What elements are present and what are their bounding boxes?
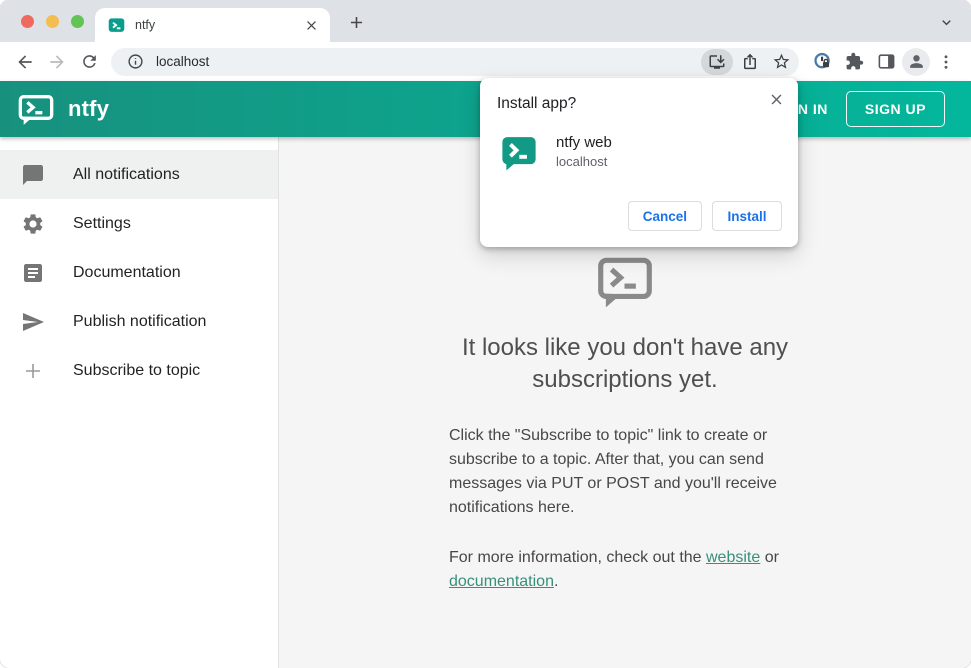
empty-state-paragraph: Click the "Subscribe to topic" link to c… <box>449 426 777 516</box>
dialog-app-row: ntfy web localhost <box>497 134 782 172</box>
browser-toolbar: localhost <box>0 42 971 81</box>
tab-strip: ntfy <box>0 0 971 42</box>
dialog-title: Install app? <box>497 95 577 112</box>
minimize-window-button[interactable] <box>46 15 59 28</box>
forward-icon[interactable] <box>41 46 73 78</box>
reload-icon[interactable] <box>73 46 105 78</box>
share-icon[interactable] <box>736 49 764 75</box>
ntfy-favicon-icon <box>108 17 125 34</box>
install-button[interactable]: Install <box>712 201 782 231</box>
tab-search-chevron-icon[interactable] <box>934 10 958 34</box>
maximize-window-button[interactable] <box>71 15 84 28</box>
close-window-button[interactable] <box>21 15 34 28</box>
article-icon <box>21 261 45 285</box>
menu-kebab-icon[interactable] <box>930 46 962 78</box>
website-link[interactable]: website <box>706 549 760 566</box>
dialog-close-icon[interactable] <box>765 88 787 110</box>
app-origin: localhost <box>556 154 608 169</box>
app-name: ntfy web <box>556 134 612 151</box>
ntfy-logo-icon <box>16 89 56 129</box>
info-suffix: . <box>553 572 559 590</box>
ntfy-brand[interactable]: ntfy <box>16 89 109 129</box>
browser-window: ntfy localhost ntfy SIGN IN SIGN UP All … <box>0 0 971 668</box>
back-icon[interactable] <box>9 46 41 78</box>
install-app-icon[interactable] <box>701 48 733 75</box>
new-tab-button[interactable] <box>343 9 369 35</box>
terminal-bubble-icon <box>594 251 656 313</box>
url-bar[interactable]: localhost <box>111 47 799 76</box>
dialog-app-meta: ntfy web localhost <box>556 134 612 169</box>
sidebar-item-all-notifications[interactable]: All notifications <box>0 150 278 199</box>
extensions-puzzle-icon[interactable] <box>838 46 870 78</box>
cancel-button[interactable]: Cancel <box>627 201 702 231</box>
window-controls <box>21 15 84 28</box>
dialog-buttons: Cancel Install <box>497 201 782 231</box>
info-prefix: For more information, check out the <box>449 548 706 566</box>
empty-state: It looks like you don't have any subscri… <box>279 251 971 594</box>
sidebar-item-label: Documentation <box>73 263 181 281</box>
sidebar-item-label: All notifications <box>73 165 180 183</box>
plus-icon <box>21 359 45 383</box>
sidebar-item-label: Subscribe to topic <box>73 361 201 379</box>
send-icon <box>21 310 45 334</box>
sidebar-item-settings[interactable]: Settings <box>0 199 278 248</box>
ntfy-app-icon <box>500 134 538 172</box>
side-panel-icon[interactable] <box>870 46 902 78</box>
browser-tab-ntfy[interactable]: ntfy <box>95 8 330 42</box>
sidebar-item-subscribe-to-topic[interactable]: Subscribe to topic <box>0 346 278 395</box>
sidebar: All notifications Settings Documentation <box>0 137 279 668</box>
site-info-icon[interactable] <box>123 50 147 74</box>
bookmark-star-icon[interactable] <box>767 49 795 75</box>
install-app-dialog: Install app? ntfy web localhost Cancel I… <box>480 78 798 247</box>
url-text[interactable]: localhost <box>156 54 698 69</box>
tab-title: ntfy <box>135 18 156 32</box>
sign-up-button[interactable]: SIGN UP <box>845 91 945 127</box>
tab-close-icon[interactable] <box>302 16 320 34</box>
more-info-paragraph: For more information, check out the webs… <box>449 546 801 594</box>
gear-icon <box>21 212 45 236</box>
documentation-link[interactable]: documentation <box>449 573 554 590</box>
sidebar-item-documentation[interactable]: Documentation <box>0 248 278 297</box>
sidebar-item-publish-notification[interactable]: Publish notification <box>0 297 278 346</box>
sidebar-item-label: Publish notification <box>73 312 207 330</box>
extension-lock-icon[interactable] <box>806 46 838 78</box>
chat-bubble-icon <box>21 163 45 187</box>
brand-name: ntfy <box>68 96 110 121</box>
info-middle: or <box>760 548 779 566</box>
sidebar-item-label: Settings <box>73 214 131 232</box>
profile-avatar-icon[interactable] <box>902 47 930 76</box>
empty-state-heading: It looks like you don't have any subscri… <box>461 334 789 393</box>
